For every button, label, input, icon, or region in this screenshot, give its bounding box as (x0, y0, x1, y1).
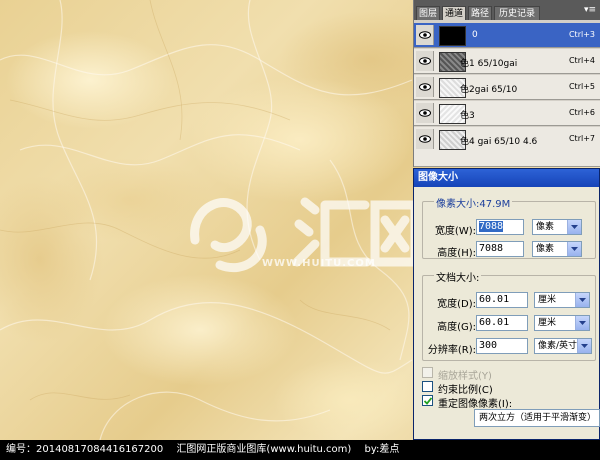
visibility-eye-icon[interactable] (416, 51, 434, 71)
chevron-down-icon (567, 242, 581, 256)
channels-panel: 图层 通道 路径 历史记录 ▾≡ 0 Ctrl+3 色1 65/10gai Ct… (413, 0, 600, 167)
doc-width-input[interactable]: 60.01 (476, 292, 528, 308)
channel-name: 色2gai 65/10 (460, 85, 518, 95)
resolution-unit-select[interactable]: 像素/英寸 (534, 338, 592, 354)
doc-height-input[interactable]: 60.01 (476, 315, 528, 331)
scale-styles-label: 缩放样式(Y) (438, 371, 492, 382)
scale-styles-checkbox[interactable] (422, 367, 433, 378)
channel-shortcut: Ctrl+3 (568, 30, 595, 39)
resample-image-label: 重定图像像素(I): (438, 399, 513, 410)
chevron-down-icon (567, 220, 581, 234)
tab-history[interactable]: 历史记录 (494, 6, 540, 20)
footer-site: 汇图网正版商业图库(www.huitu.com) (176, 444, 352, 455)
channel-shortcut: Ctrl+5 (568, 82, 595, 91)
footer-bar: 编号：20140817084416167200 汇图网正版商业图库(www.hu… (0, 440, 600, 460)
tab-layers[interactable]: 图层 (416, 6, 440, 20)
check-icon (424, 397, 432, 405)
channel-row-2[interactable]: 色2gai 65/10 Ctrl+5 (414, 75, 600, 100)
tab-paths[interactable]: 路径 (468, 6, 492, 20)
chevron-down-icon (575, 316, 589, 330)
resolution-input[interactable]: 300 (476, 338, 528, 354)
width-unit-select[interactable]: 像素 (532, 219, 582, 235)
height-unit-select[interactable]: 像素 (532, 241, 582, 257)
resolution-label: 分辨率(R): (427, 345, 476, 356)
channel-name: 0 (472, 30, 478, 40)
channel-thumbnail (439, 26, 466, 46)
panel-menu-icon[interactable]: ▾≡ (583, 4, 597, 16)
document-size-label: 文档大小: (434, 269, 482, 284)
doc-height-unit-select[interactable]: 厘米 (534, 315, 590, 331)
height-input[interactable]: 7088 (476, 241, 524, 257)
doc-width-unit-select[interactable]: 厘米 (534, 292, 590, 308)
channel-name: 色4 gai 65/10 4.6 (460, 137, 538, 147)
channel-shortcut: Ctrl+7 (568, 134, 595, 143)
watermark-text: WWW.HUITU.COM (262, 258, 376, 269)
channel-row-1[interactable]: 色1 65/10gai Ctrl+4 (414, 49, 600, 74)
channel-row-3[interactable]: 色3 Ctrl+6 (414, 101, 600, 126)
width-label: 宽度(W): (434, 226, 476, 237)
visibility-eye-icon[interactable] (416, 25, 434, 45)
pixel-dimensions-label: 像素大小:47.9M (434, 195, 513, 210)
chevron-down-icon (575, 293, 589, 307)
footer-author: by:差点 (364, 444, 400, 455)
channel-name: 色1 65/10gai (460, 59, 518, 69)
watermark-logo-icon (190, 197, 420, 273)
dialog-title: 图像大小 (414, 169, 599, 187)
doc-width-label: 宽度(D): (437, 299, 476, 310)
visibility-eye-icon[interactable] (416, 129, 434, 149)
constrain-proportions-label: 约束比例(C) (438, 385, 493, 396)
channel-row-4[interactable]: 色4 gai 65/10 4.6 Ctrl+7 (414, 127, 600, 167)
channel-row-0[interactable]: 0 Ctrl+3 (414, 23, 600, 48)
tab-channels[interactable]: 通道 (442, 6, 466, 20)
resample-image-checkbox[interactable] (422, 395, 433, 406)
resample-method-select[interactable]: 两次立方（适用于平滑渐变） (474, 409, 600, 427)
image-size-dialog: 图像大小 像素大小:47.9M 宽度(W): 7088 像素 高度(H): 70… (413, 168, 600, 440)
doc-height-label: 高度(G): (437, 322, 476, 333)
channel-name: 色3 (460, 111, 475, 121)
channel-shortcut: Ctrl+6 (568, 108, 595, 117)
chevron-down-icon (577, 339, 591, 353)
footer-id: 编号：20140817084416167200 (6, 444, 164, 455)
channel-shortcut: Ctrl+4 (568, 56, 595, 65)
height-label: 高度(H): (437, 248, 476, 259)
visibility-eye-icon[interactable] (416, 77, 434, 97)
width-input[interactable]: 7088 (476, 219, 524, 235)
constrain-proportions-checkbox[interactable] (422, 381, 433, 392)
visibility-eye-icon[interactable] (416, 103, 434, 123)
panel-tab-bar: 图层 通道 路径 历史记录 ▾≡ (414, 0, 600, 20)
